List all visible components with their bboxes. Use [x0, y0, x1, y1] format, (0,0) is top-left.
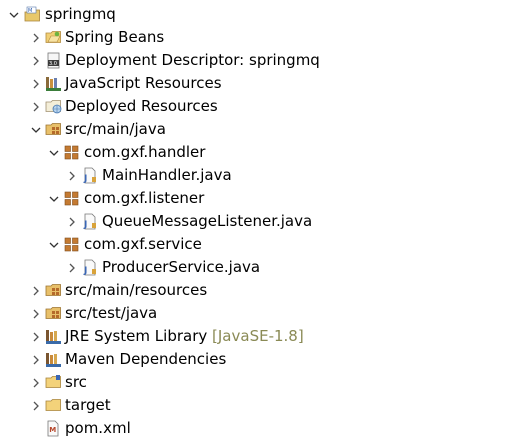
package-icon [63, 236, 80, 253]
tree-item-label: com.gxf.listener [84, 189, 205, 207]
tree-item-label-text: JRE System Library [65, 327, 208, 345]
tree-item-package-handler[interactable]: com.gxf.handler [0, 141, 525, 164]
tree-item-label: Deployment Descriptor: springmq [65, 51, 320, 69]
folder-icon [45, 374, 62, 391]
tree-item-label: MainHandler.java [102, 166, 232, 184]
chevron-right-icon[interactable] [28, 279, 44, 302]
tree-item-producerservice-java[interactable]: J ProducerService.java [0, 256, 525, 279]
library-icon [45, 328, 62, 345]
tree-item-label: JavaScript Resources [65, 74, 222, 92]
xml-file-icon: M [45, 420, 62, 437]
package-icon [63, 190, 80, 207]
javascript-resources-icon [45, 75, 62, 92]
chevron-down-icon[interactable] [46, 141, 62, 164]
chevron-right-icon[interactable] [28, 26, 44, 49]
tree-item-label: JRE System Library [JavaSE-1.8] [65, 325, 304, 348]
tree-item-label: ProducerService.java [102, 258, 261, 276]
chevron-down-icon[interactable] [28, 118, 44, 141]
tree-item-label: springmq [45, 5, 116, 23]
tree-item-label: Deployed Resources [65, 97, 218, 115]
tree-item-src-main-java[interactable]: src/main/java [0, 118, 525, 141]
svg-text:J: J [83, 220, 87, 230]
chevron-right-icon[interactable] [64, 164, 80, 187]
chevron-right-icon[interactable] [28, 49, 44, 72]
folder-icon [45, 397, 62, 414]
tree-item-springmq[interactable]: M springmq [0, 3, 525, 26]
tree-item-label: com.gxf.service [84, 235, 202, 253]
tree-item-queuemessagelistener-java[interactable]: J QueueMessageListener.java [0, 210, 525, 233]
tree-item-deployed-resources[interactable]: Deployed Resources [0, 95, 525, 118]
tree-item-maven-dependencies[interactable]: Maven Dependencies [0, 348, 525, 371]
java-file-icon: J [81, 259, 98, 276]
chevron-right-icon[interactable] [28, 95, 44, 118]
tree-item-label: src/main/java [65, 120, 166, 138]
library-icon [45, 351, 62, 368]
chevron-right-icon[interactable] [64, 256, 80, 279]
chevron-right-icon[interactable] [28, 302, 44, 325]
deployed-resources-icon [45, 98, 62, 115]
chevron-right-icon[interactable] [28, 72, 44, 95]
deployment-descriptor-icon: 3.0 [45, 52, 62, 69]
chevron-right-icon[interactable] [64, 210, 80, 233]
tree-item-label: target [65, 396, 111, 414]
tree-item-label: com.gxf.handler [84, 143, 206, 161]
chevron-down-icon[interactable] [46, 187, 62, 210]
java-file-icon: J [81, 213, 98, 230]
tree-item-label: Spring Beans [65, 28, 165, 46]
tree-item-mainhandler-java[interactable]: J MainHandler.java [0, 164, 525, 187]
tree-item-src[interactable]: src [0, 371, 525, 394]
chevron-right-icon[interactable] [28, 394, 44, 417]
tree-item-label: src/test/java [65, 304, 158, 322]
svg-text:J: J [83, 174, 87, 184]
source-folder-icon [45, 121, 62, 138]
tree-item-src-test-java[interactable]: src/test/java [0, 302, 525, 325]
tree-item-target[interactable]: target [0, 394, 525, 417]
source-folder-icon [45, 282, 62, 299]
tree-item-src-main-resources[interactable]: src/main/resources [0, 279, 525, 302]
tree-item-pom-xml[interactable]: M pom.xml [0, 417, 525, 440]
svg-text:M: M [28, 8, 32, 14]
chevron-down-icon[interactable] [46, 233, 62, 256]
tree-item-package-listener[interactable]: com.gxf.listener [0, 187, 525, 210]
project-explorer-tree: M springmq Spring Beans 3.0 Deployment D… [0, 0, 525, 438]
svg-text:J: J [83, 266, 87, 276]
chevron-right-icon[interactable] [28, 325, 44, 348]
tree-item-label: src [65, 373, 87, 391]
java-file-icon: J [81, 167, 98, 184]
svg-text:M: M [49, 426, 56, 434]
tree-item-label: src/main/resources [65, 281, 208, 299]
spring-beans-folder-icon [45, 29, 62, 46]
chevron-down-icon[interactable] [6, 3, 22, 26]
svg-text:3.0: 3.0 [49, 61, 57, 67]
tree-item-javascript-resources[interactable]: JavaScript Resources [0, 72, 525, 95]
chevron-right-icon[interactable] [28, 371, 44, 394]
tree-item-label: QueueMessageListener.java [102, 212, 313, 230]
source-folder-icon [45, 305, 62, 322]
maven-project-icon: M [24, 6, 41, 23]
tree-item-deployment-descriptor[interactable]: 3.0 Deployment Descriptor: springmq [0, 49, 525, 72]
tree-item-package-service[interactable]: com.gxf.service [0, 233, 525, 256]
tree-item-label: pom.xml [65, 419, 131, 437]
package-icon [63, 144, 80, 161]
tree-item-spring-beans[interactable]: Spring Beans [0, 26, 525, 49]
jre-version-decoration: [JavaSE-1.8] [212, 327, 304, 345]
tree-item-jre-system-library[interactable]: JRE System Library [JavaSE-1.8] [0, 325, 525, 348]
chevron-right-icon[interactable] [28, 348, 44, 371]
tree-item-label: Maven Dependencies [65, 350, 227, 368]
